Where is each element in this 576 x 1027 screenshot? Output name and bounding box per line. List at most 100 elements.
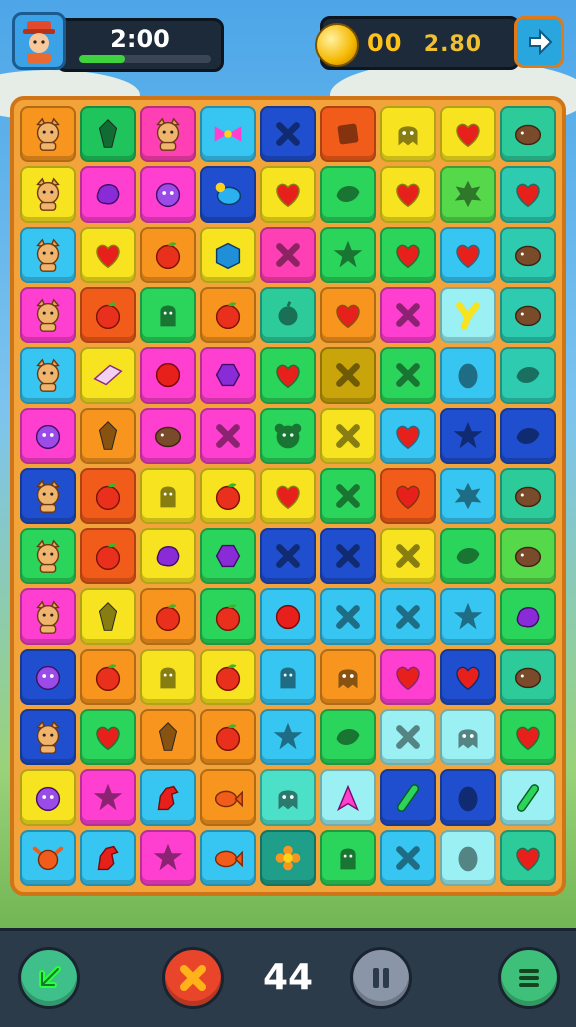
tile[interactable]: [80, 106, 136, 163]
tile[interactable]: [320, 829, 376, 886]
tile[interactable]: [380, 286, 436, 344]
tile[interactable]: [20, 286, 76, 344]
tile[interactable]: [20, 347, 76, 404]
tile[interactable]: [440, 226, 496, 283]
tile[interactable]: [380, 226, 436, 283]
tile[interactable]: [320, 286, 376, 344]
tile[interactable]: [200, 648, 256, 706]
tile[interactable]: [20, 648, 76, 706]
tile[interactable]: [200, 588, 256, 645]
tile[interactable]: [260, 226, 316, 283]
tile[interactable]: [20, 467, 76, 525]
tile[interactable]: [500, 709, 556, 766]
tile[interactable]: [200, 166, 256, 223]
tile[interactable]: [500, 528, 556, 585]
tile[interactable]: [380, 528, 436, 585]
tile[interactable]: [260, 286, 316, 344]
tile[interactable]: [80, 648, 136, 706]
tile[interactable]: [500, 648, 556, 706]
tile[interactable]: [80, 467, 136, 525]
tile[interactable]: [320, 226, 376, 283]
tile[interactable]: [500, 106, 556, 163]
tile[interactable]: [260, 347, 316, 404]
tile[interactable]: [20, 588, 76, 645]
tile[interactable]: [260, 829, 316, 886]
tile[interactable]: [500, 407, 556, 464]
tile[interactable]: [440, 106, 496, 163]
tile[interactable]: [20, 769, 76, 826]
tile[interactable]: [320, 648, 376, 706]
tile[interactable]: [380, 467, 436, 525]
tile[interactable]: [320, 588, 376, 645]
tile[interactable]: [200, 769, 256, 826]
tile[interactable]: [440, 588, 496, 645]
pause-button[interactable]: [350, 947, 412, 1009]
tile[interactable]: [200, 709, 256, 766]
tile[interactable]: [200, 829, 256, 886]
tile[interactable]: [380, 407, 436, 464]
tile[interactable]: [80, 769, 136, 826]
tile[interactable]: [80, 286, 136, 344]
tile[interactable]: [500, 166, 556, 223]
player-avatar-icon[interactable]: [12, 12, 66, 70]
tile[interactable]: [200, 528, 256, 585]
back-button[interactable]: [18, 947, 80, 1009]
tile[interactable]: [200, 407, 256, 464]
tile[interactable]: [140, 528, 196, 585]
tile[interactable]: [440, 166, 496, 223]
tile[interactable]: [320, 407, 376, 464]
tile[interactable]: [80, 528, 136, 585]
tile[interactable]: [320, 467, 376, 525]
cancel-button[interactable]: [162, 947, 224, 1009]
tile[interactable]: [500, 286, 556, 344]
tile[interactable]: [320, 106, 376, 163]
tile[interactable]: [440, 528, 496, 585]
tile[interactable]: [500, 829, 556, 886]
tile[interactable]: [380, 709, 436, 766]
tile[interactable]: [320, 769, 376, 826]
tile[interactable]: [500, 347, 556, 404]
tile[interactable]: [140, 467, 196, 525]
tile[interactable]: [140, 829, 196, 886]
tile[interactable]: [20, 166, 76, 223]
tile[interactable]: [140, 407, 196, 464]
tile[interactable]: [20, 528, 76, 585]
tile[interactable]: [80, 347, 136, 404]
tile[interactable]: [440, 829, 496, 886]
tile[interactable]: [380, 106, 436, 163]
tile[interactable]: [440, 709, 496, 766]
tile[interactable]: [140, 226, 196, 283]
tile[interactable]: [20, 709, 76, 766]
tile[interactable]: [140, 347, 196, 404]
tile[interactable]: [260, 528, 316, 585]
tile[interactable]: [200, 347, 256, 404]
tile[interactable]: [140, 588, 196, 645]
tile[interactable]: [80, 226, 136, 283]
tile[interactable]: [440, 467, 496, 525]
tile[interactable]: [260, 166, 316, 223]
tile[interactable]: [440, 648, 496, 706]
tile[interactable]: [440, 286, 496, 344]
tile[interactable]: [260, 588, 316, 645]
tile[interactable]: [20, 407, 76, 464]
tile[interactable]: [440, 407, 496, 464]
tile[interactable]: [200, 106, 256, 163]
tile[interactable]: [80, 588, 136, 645]
tile[interactable]: [380, 588, 436, 645]
tile[interactable]: [200, 226, 256, 283]
tile[interactable]: [80, 709, 136, 766]
tile[interactable]: [260, 709, 316, 766]
tile[interactable]: [380, 347, 436, 404]
tile[interactable]: [80, 407, 136, 464]
menu-button[interactable]: [498, 947, 560, 1009]
tile[interactable]: [380, 769, 436, 826]
tile[interactable]: [140, 648, 196, 706]
tile[interactable]: [80, 166, 136, 223]
tile[interactable]: [320, 528, 376, 585]
tile[interactable]: [380, 648, 436, 706]
tile[interactable]: [140, 286, 196, 344]
tile[interactable]: [140, 106, 196, 163]
tile[interactable]: [20, 829, 76, 886]
tile[interactable]: [500, 467, 556, 525]
tile[interactable]: [440, 347, 496, 404]
